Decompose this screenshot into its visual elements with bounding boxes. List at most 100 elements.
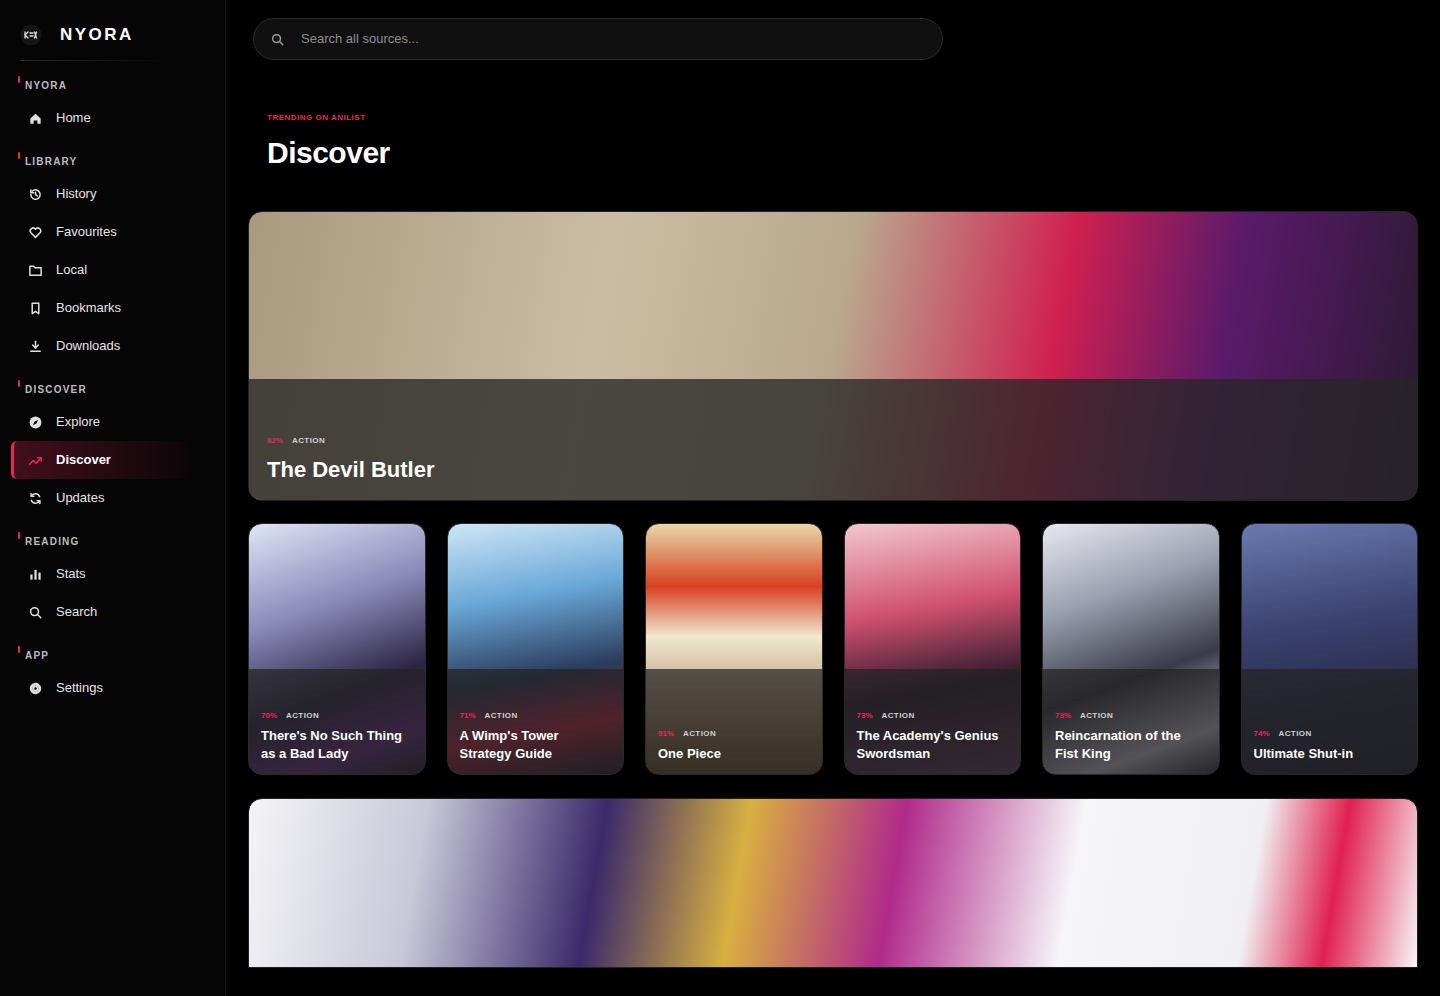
card-title: Ultimate Shut-in xyxy=(1254,745,1406,763)
sidebar-item[interactable]: Downloads xyxy=(11,327,211,365)
manga-card[interactable]: 91%ACTION One Piece xyxy=(645,523,823,775)
sidebar-item-label: Updates xyxy=(56,488,104,508)
section-label-text: NYORA xyxy=(18,78,67,93)
sidebar-section: APP Settings xyxy=(14,644,211,707)
manga-card[interactable]: 74% ACTION Ultimate Shut-in xyxy=(1241,523,1419,775)
search-input[interactable] xyxy=(299,28,926,50)
history-icon xyxy=(28,187,43,202)
logo-divider xyxy=(20,60,171,61)
title-meta: 70% ACTION xyxy=(261,710,413,721)
sidebar-item[interactable]: Discover xyxy=(11,441,197,479)
sidebar-item-label: Search xyxy=(56,602,97,622)
folder-icon xyxy=(28,263,43,278)
featured-banner[interactable]: 82% ACTION The Devil Butler xyxy=(248,211,1418,501)
section-label: READING xyxy=(14,530,211,552)
sidebar-item[interactable]: Settings xyxy=(11,669,211,707)
sidebar-item-label: History xyxy=(56,184,96,204)
genre: ACTION xyxy=(1279,728,1312,739)
app-logo[interactable]: NYORA xyxy=(14,18,211,52)
manga-card[interactable]: 73% ACTION Reincarnation of the Fist King xyxy=(1042,523,1220,775)
sidebar-item-label: Stats xyxy=(56,564,86,584)
search-bar xyxy=(253,18,943,60)
section-label: NYORA xyxy=(14,74,211,96)
sidebar-section: READING Stats Search xyxy=(14,530,211,631)
sidebar-section: LIBRARY History Favourites Local Bookmarks Do… xyxy=(14,150,211,365)
manga-card[interactable]: 70% ACTION There's No Such Thing as a Bad … xyxy=(248,523,426,775)
sidebar-item-label: Explore xyxy=(56,412,100,432)
banner-overlay: 82% ACTION The Devil Butler xyxy=(249,379,1417,500)
score: 82% xyxy=(267,435,283,446)
download-icon xyxy=(28,339,43,354)
section-label: LIBRARY xyxy=(14,150,211,172)
sidebar-item[interactable]: Search xyxy=(11,593,211,631)
section-label-text: APP xyxy=(18,648,49,663)
refresh-icon xyxy=(28,491,43,506)
logo-icon xyxy=(20,24,42,46)
sidebar-item[interactable]: Bookmarks xyxy=(11,289,211,327)
page-header: TRENDING ON ANILIST Discover xyxy=(248,113,1418,171)
sidebar-section: DISCOVER Explore Discover Updates xyxy=(14,378,211,517)
sidebar-item-label: Settings xyxy=(56,678,103,698)
sidebar-item[interactable]: Favourites xyxy=(11,213,211,251)
page-title: Discover xyxy=(267,135,1418,171)
score: 73% xyxy=(1055,710,1071,721)
sidebar-item-label: Favourites xyxy=(56,222,117,242)
card-overlay: 74% ACTION Ultimate Shut-in xyxy=(1242,669,1418,774)
section-label-text: DISCOVER xyxy=(18,382,87,397)
sidebar-item-label: Bookmarks xyxy=(56,298,121,318)
next-banner[interactable] xyxy=(248,798,1418,968)
sidebar-item[interactable]: Updates xyxy=(11,479,211,517)
section-label-text: LIBRARY xyxy=(18,154,77,169)
card-row: 70% ACTION There's No Such Thing as a Bad … xyxy=(248,523,1418,775)
score: 70% xyxy=(261,710,277,721)
gear-icon xyxy=(28,681,43,696)
manga-card[interactable]: 73% ACTION The Academy's Genius Swordsman xyxy=(844,523,1022,775)
sidebar-section: NYORA Home xyxy=(14,74,211,137)
card-title: One Piece xyxy=(658,745,810,763)
search-icon xyxy=(270,32,285,47)
trending-icon xyxy=(28,453,43,468)
sidebar-item[interactable]: Explore xyxy=(11,403,211,441)
logo-text: NYORA xyxy=(60,22,134,48)
score: 73% xyxy=(857,710,873,721)
card-title: There's No Such Thing as a Bad Lady xyxy=(261,727,413,763)
main-content: TRENDING ON ANILIST Discover 82% ACTION The … xyxy=(226,0,1440,996)
sidebar-item-label: Local xyxy=(56,260,87,280)
title-meta: 74% ACTION xyxy=(1254,728,1406,739)
score: 74% xyxy=(1254,728,1270,739)
section-label: APP xyxy=(14,644,211,666)
title-meta: 73% ACTION xyxy=(857,710,1009,721)
sidebar-item-label: Downloads xyxy=(56,336,120,356)
card-title: Reincarnation of the Fist King xyxy=(1055,727,1207,763)
home-icon xyxy=(28,111,43,126)
sidebar-item-label: Discover xyxy=(56,450,111,470)
sidebar-item[interactable]: Stats xyxy=(11,555,211,593)
search-icon xyxy=(28,605,43,620)
sidebar-item[interactable]: History xyxy=(11,175,211,213)
title-meta: 82% ACTION xyxy=(267,435,1399,446)
card-overlay: 70% ACTION There's No Such Thing as a Bad … xyxy=(249,669,425,774)
genre: ACTION xyxy=(485,710,518,721)
sidebar-item[interactable]: Local xyxy=(11,251,211,289)
banner-title: The Devil Butler xyxy=(267,456,1399,483)
page-eyebrow: TRENDING ON ANILIST xyxy=(267,113,1418,123)
bookmark-icon xyxy=(28,301,43,316)
genre: ACTION xyxy=(292,435,325,446)
genre: ACTION xyxy=(882,710,915,721)
card-overlay: 73% ACTION The Academy's Genius Swordsman xyxy=(845,669,1021,774)
manga-card[interactable]: 71%ACTIONA Wimp's Tower Strategy Guide xyxy=(447,523,625,775)
stats-icon xyxy=(28,567,43,582)
genre: ACTION xyxy=(1080,710,1113,721)
card-overlay: 91%ACTION One Piece xyxy=(646,669,822,774)
heart-icon xyxy=(28,225,43,240)
genre: ACTION xyxy=(286,710,319,721)
sidebar-item[interactable]: Home xyxy=(11,99,211,137)
title-meta: 73% ACTION xyxy=(1055,710,1207,721)
sidebar: NYORA NYORA Home LIBRARY History Favourites Lo… xyxy=(0,0,226,996)
card-title: The Academy's Genius Swordsman xyxy=(857,727,1009,763)
title-meta: 91%ACTION xyxy=(658,728,810,739)
section-label: DISCOVER xyxy=(14,378,211,400)
app-window: NYORA NYORA Home LIBRARY History Favourites Lo… xyxy=(0,0,1440,996)
score: 71% xyxy=(460,710,476,721)
card-overlay: 71%ACTIONA Wimp's Tower Strategy Guide xyxy=(448,669,624,774)
